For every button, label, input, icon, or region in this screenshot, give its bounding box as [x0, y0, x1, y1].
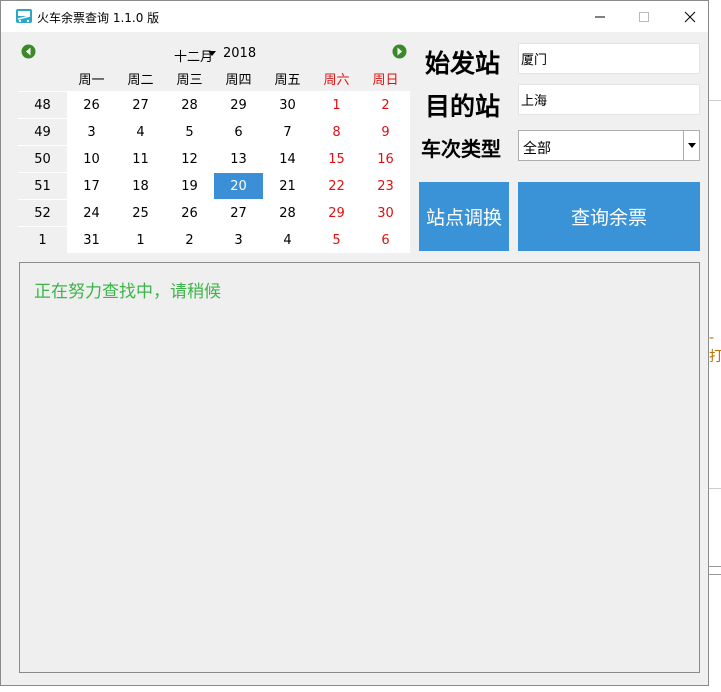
from-station-input[interactable]: 厦门 — [518, 43, 700, 74]
calendar-day[interactable]: 4 — [116, 119, 165, 145]
calendar-day[interactable]: 30 — [361, 200, 410, 226]
to-station-label: 目的站 — [425, 92, 501, 121]
calendar-week-row: 50 10 11 12 13 14 15 16 — [18, 146, 410, 173]
week-number: 49 — [18, 119, 67, 145]
calendar-day[interactable]: 10 — [67, 146, 116, 172]
calendar-day[interactable]: 6 — [214, 119, 263, 145]
minimize-icon — [595, 16, 605, 17]
calendar-week-row: 48 26 27 28 29 30 1 2 — [18, 92, 410, 119]
app-window: 火车余票查询 1.1.0 版 十二月 2018 周一 周二 周三 周四 周五 周六 周日 48… — [0, 0, 709, 686]
to-station-input[interactable]: 上海 — [518, 84, 700, 115]
calendar-day[interactable]: 29 — [214, 92, 263, 118]
background-text-right: -打 — [709, 330, 721, 365]
week-number-header — [18, 65, 67, 91]
background-divider — [709, 574, 721, 575]
weekday-header-row: 周一 周二 周三 周四 周五 周六 周日 — [18, 65, 410, 92]
calendar-day[interactable]: 29 — [312, 200, 361, 226]
calendar-day[interactable]: 1 — [116, 227, 165, 253]
calendar-day[interactable]: 19 — [165, 173, 214, 199]
calendar-day[interactable]: 28 — [263, 200, 312, 226]
calendar-day[interactable]: 24 — [67, 200, 116, 226]
train-type-value: 全部 — [523, 141, 551, 157]
minimize-button[interactable] — [577, 1, 623, 32]
calendar-day[interactable]: 5 — [165, 119, 214, 145]
swap-stations-button[interactable]: 站点调换 — [419, 182, 509, 251]
calendar-week-row: 52 24 25 26 27 28 29 30 — [18, 200, 410, 227]
week-number: 50 — [18, 146, 67, 172]
calendar-day[interactable]: 22 — [312, 173, 361, 199]
calendar-day[interactable]: 31 — [67, 227, 116, 253]
result-panel: 正在努力查找中，请稍候 — [19, 262, 700, 673]
calendar-day[interactable]: 14 — [263, 146, 312, 172]
week-number: 48 — [18, 92, 67, 118]
chevron-down-icon — [687, 143, 696, 148]
calendar-day[interactable]: 12 — [165, 146, 214, 172]
week-number: 52 — [18, 200, 67, 226]
weekday-header: 周二 — [116, 65, 165, 91]
background-divider — [709, 488, 721, 489]
calendar-day[interactable]: 15 — [312, 146, 361, 172]
title-bar[interactable]: 火车余票查询 1.1.0 版 — [1, 1, 708, 32]
calendar-day[interactable]: 5 — [312, 227, 361, 253]
calendar-day[interactable]: 8 — [312, 119, 361, 145]
calendar-day[interactable]: 16 — [361, 146, 410, 172]
calendar-nav: 十二月 2018 — [18, 41, 410, 65]
calendar-day[interactable]: 6 — [361, 227, 410, 253]
train-type-select[interactable]: 全部 — [518, 130, 700, 161]
calendar-day[interactable]: 26 — [67, 92, 116, 118]
train-app-icon — [16, 9, 32, 23]
calendar-day-selected[interactable]: 20 — [214, 173, 263, 199]
calendar-day[interactable]: 18 — [116, 173, 165, 199]
calendar-day[interactable]: 25 — [116, 200, 165, 226]
train-type-dropdown-button[interactable] — [683, 131, 699, 160]
chevron-down-icon[interactable] — [208, 51, 216, 56]
status-message: 正在努力查找中，请稍候 — [34, 282, 221, 302]
calendar-day[interactable]: 7 — [263, 119, 312, 145]
year-selector[interactable]: 2018 — [223, 46, 256, 61]
calendar-day[interactable]: 21 — [263, 173, 312, 199]
calendar-day[interactable]: 2 — [165, 227, 214, 253]
calendar-day[interactable]: 30 — [263, 92, 312, 118]
calendar-day[interactable]: 3 — [214, 227, 263, 253]
weekday-header: 周六 — [312, 65, 361, 91]
calendar-day[interactable]: 4 — [263, 227, 312, 253]
background-divider — [709, 566, 721, 567]
weekday-header: 周五 — [263, 65, 312, 91]
date-calendar[interactable]: 十二月 2018 周一 周二 周三 周四 周五 周六 周日 48 26 27 28 29 30 1 2 49 3… — [18, 41, 410, 253]
close-button[interactable] — [667, 1, 713, 32]
weekday-header: 周日 — [361, 65, 410, 91]
prev-month-icon[interactable] — [21, 44, 36, 59]
close-icon — [684, 11, 696, 22]
calendar-day[interactable]: 11 — [116, 146, 165, 172]
background-divider — [709, 100, 721, 101]
maximize-icon — [639, 11, 649, 22]
calendar-day[interactable]: 27 — [214, 200, 263, 226]
calendar-day[interactable]: 1 — [312, 92, 361, 118]
weekday-header: 周三 — [165, 65, 214, 91]
from-station-label: 始发站 — [425, 49, 501, 78]
calendar-day[interactable]: 13 — [214, 146, 263, 172]
weekday-header: 周四 — [214, 65, 263, 91]
week-number: 51 — [18, 173, 67, 199]
calendar-day[interactable]: 3 — [67, 119, 116, 145]
calendar-day[interactable]: 17 — [67, 173, 116, 199]
calendar-day[interactable]: 27 — [116, 92, 165, 118]
maximize-button[interactable] — [621, 1, 667, 32]
calendar-week-row: 1 31 1 2 3 4 5 6 — [18, 227, 410, 254]
query-tickets-button[interactable]: 查询余票 — [518, 182, 700, 251]
calendar-day[interactable]: 28 — [165, 92, 214, 118]
weekday-header: 周一 — [67, 65, 116, 91]
calendar-week-row: 49 3 4 5 6 7 8 9 — [18, 119, 410, 146]
calendar-day[interactable]: 2 — [361, 92, 410, 118]
calendar-day[interactable]: 26 — [165, 200, 214, 226]
calendar-day[interactable]: 9 — [361, 119, 410, 145]
next-month-icon[interactable] — [392, 44, 407, 59]
week-number: 1 — [18, 227, 67, 253]
calendar-day[interactable]: 23 — [361, 173, 410, 199]
calendar-week-row: 51 17 18 19 20 21 22 23 — [18, 173, 410, 200]
window-title: 火车余票查询 1.1.0 版 — [37, 11, 160, 25]
train-type-label: 车次类型 — [421, 137, 501, 161]
